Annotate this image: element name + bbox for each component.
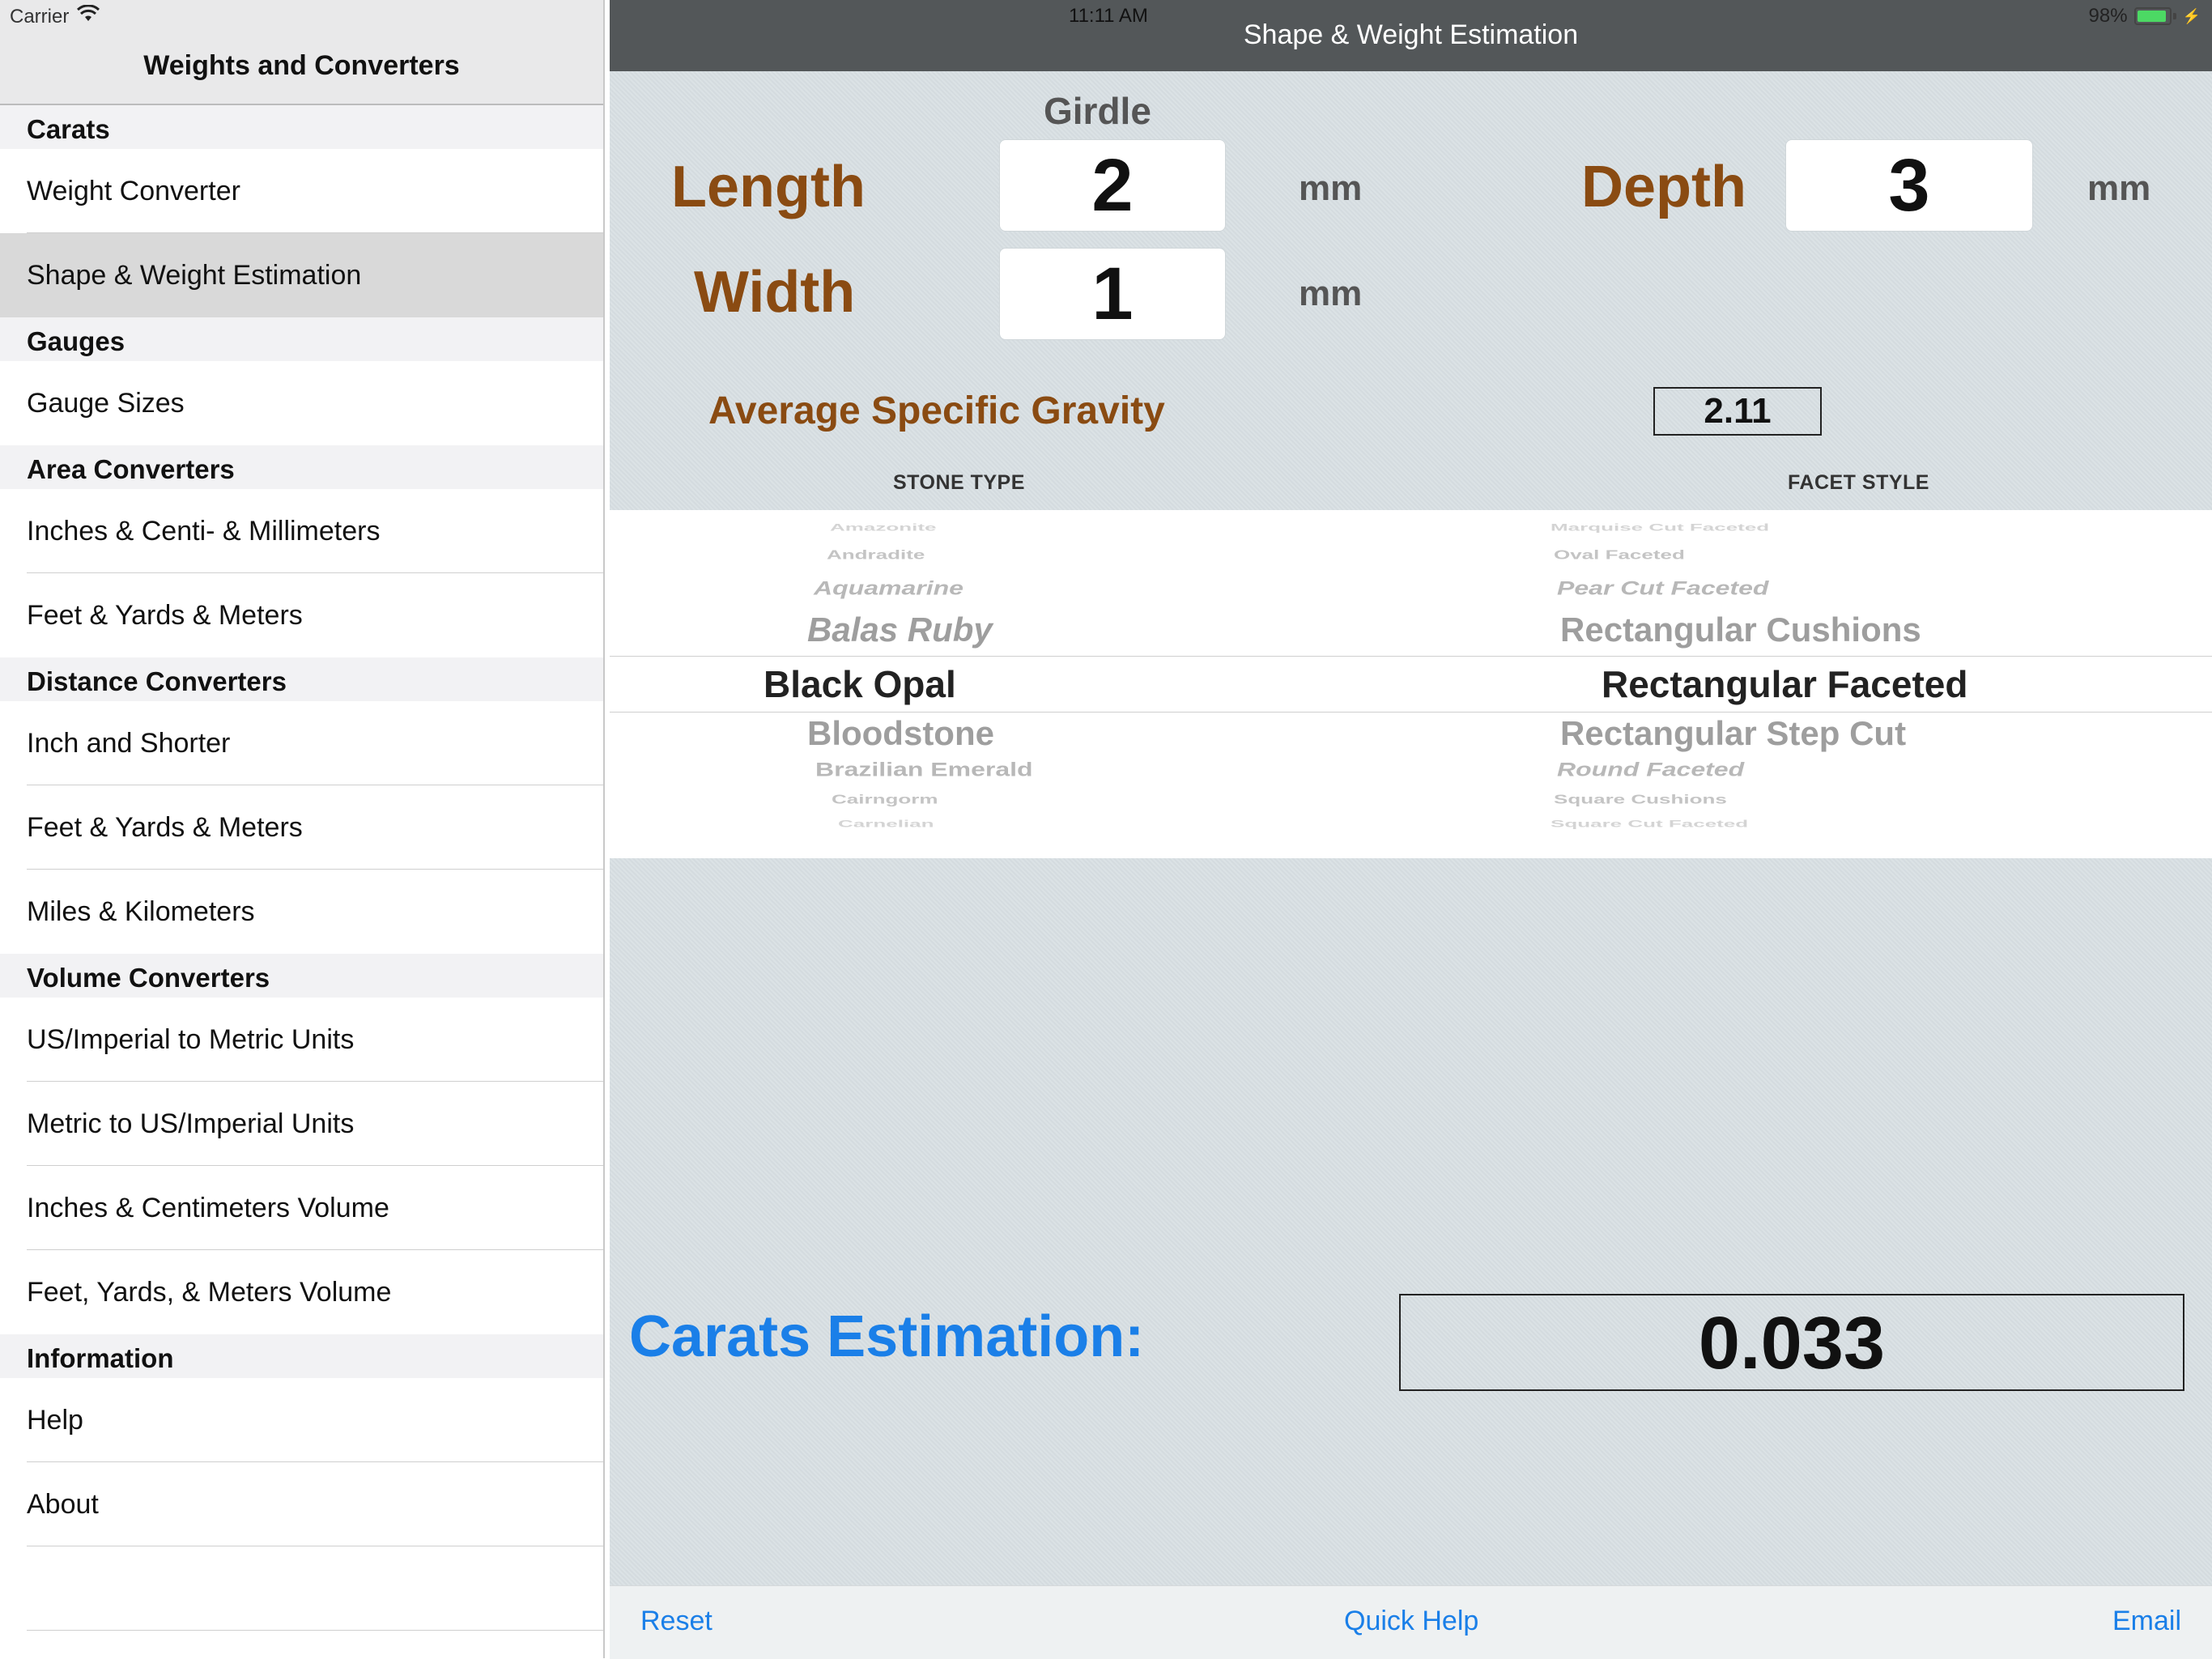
facet-style-selected[interactable]: Rectangular Faceted xyxy=(1602,662,1967,706)
sidebar: Weights and Converters Carats Weight Con… xyxy=(0,0,605,1658)
section-header-information: Information xyxy=(0,1334,603,1378)
sidebar-item-miles-kilometers[interactable]: Miles & Kilometers xyxy=(0,870,603,954)
stone-type-option[interactable]: Balas Ruby xyxy=(807,610,993,649)
sidebar-item-inch-and-shorter[interactable]: Inch and Shorter xyxy=(0,701,603,785)
sidebar-item-feet-yards-meters-volume[interactable]: Feet, Yards, & Meters Volume xyxy=(0,1250,603,1334)
reset-button[interactable]: Reset xyxy=(640,1606,713,1637)
specific-gravity-value: 2.11 xyxy=(1653,387,1822,436)
stone-type-header: STONE TYPE xyxy=(893,471,1025,494)
sidebar-item-inches-cm-volume[interactable]: Inches & Centimeters Volume xyxy=(0,1166,603,1250)
width-input[interactable]: 1 xyxy=(999,248,1226,340)
width-label: Width xyxy=(694,260,856,325)
length-label: Length xyxy=(671,155,866,219)
facet-style-option[interactable]: Marquise Cut Faceted xyxy=(1551,522,1769,534)
main-panel: Shape & Weight Estimation Girdle Length … xyxy=(610,0,2212,1659)
stone-type-option[interactable]: Aquamarine xyxy=(814,577,963,600)
section-header-gauges: Gauges xyxy=(0,317,603,361)
width-unit: mm xyxy=(1299,274,1363,313)
stone-type-option[interactable]: Andradite xyxy=(827,547,925,563)
carats-estimation-label: Carats Estimation: xyxy=(629,1304,1145,1369)
bottom-toolbar: Reset Quick Help Email xyxy=(610,1585,2212,1659)
carats-estimation-value: 0.033 xyxy=(1399,1294,2184,1391)
length-unit: mm xyxy=(1299,168,1363,208)
battery-icon xyxy=(2133,7,2172,25)
facet-style-option[interactable]: Rectangular Cushions xyxy=(1560,610,1921,649)
facet-style-option[interactable]: Square Cut Faceted xyxy=(1551,819,1748,830)
status-time: 11:11 AM xyxy=(1069,5,1148,27)
section-header-carats: Carats xyxy=(0,105,603,149)
sidebar-item-area-feet[interactable]: Feet & Yards & Meters xyxy=(0,573,603,657)
picker-selection-bottom-line xyxy=(610,712,2212,713)
stone-type-option[interactable]: Bloodstone xyxy=(807,714,994,753)
email-button[interactable]: Email xyxy=(2112,1606,2181,1637)
depth-unit: mm xyxy=(2087,168,2151,208)
quick-help-button[interactable]: Quick Help xyxy=(1344,1606,1478,1637)
facet-style-option[interactable]: Pear Cut Faceted xyxy=(1557,577,1768,600)
girdle-label: Girdle xyxy=(1044,90,1151,132)
facet-style-option[interactable]: Round Faceted xyxy=(1557,759,1744,781)
depth-label: Depth xyxy=(1581,155,1746,219)
sidebar-item-about[interactable]: About xyxy=(0,1462,603,1546)
facet-style-option[interactable]: Oval Faceted xyxy=(1554,547,1685,563)
wifi-icon xyxy=(77,4,100,28)
sidebar-item-help[interactable]: Help xyxy=(0,1378,603,1462)
stone-facet-picker[interactable]: Amazonite Andradite Aquamarine Balas Rub… xyxy=(610,510,2212,858)
carrier-label: Carrier xyxy=(10,5,70,28)
sidebar-item-shape-weight-estimation[interactable]: Shape & Weight Estimation xyxy=(0,233,603,317)
battery-tip-icon xyxy=(2172,13,2176,19)
sidebar-empty-row xyxy=(0,1546,603,1631)
picker-selection-top-line xyxy=(610,656,2212,657)
status-bar: Carrier 11:11 AM 98% ⚡ xyxy=(0,0,2212,32)
sidebar-item-metric-to-us[interactable]: Metric to US/Imperial Units xyxy=(0,1082,603,1166)
stone-type-option[interactable]: Brazilian Emerald xyxy=(815,759,1033,781)
length-input[interactable]: 2 xyxy=(999,139,1226,232)
carrier-indicator: Carrier xyxy=(10,4,100,28)
section-header-volume-converters: Volume Converters xyxy=(0,954,603,998)
section-header-area-converters: Area Converters xyxy=(0,445,603,489)
stone-type-option[interactable]: Amazonite xyxy=(830,522,936,534)
battery-percent: 98% xyxy=(2088,5,2128,27)
sidebar-item-us-to-metric[interactable]: US/Imperial to Metric Units xyxy=(0,998,603,1082)
facet-style-option[interactable]: Square Cushions xyxy=(1554,792,1727,807)
specific-gravity-label: Average Specific Gravity xyxy=(708,389,1165,432)
sidebar-title: Weights and Converters xyxy=(143,50,460,81)
sidebar-item-gauge-sizes[interactable]: Gauge Sizes xyxy=(0,361,603,445)
stone-type-selected[interactable]: Black Opal xyxy=(764,662,956,706)
battery-indicator: 98% ⚡ xyxy=(2089,5,2201,28)
charging-bolt-icon: ⚡ xyxy=(2182,7,2201,24)
section-header-distance-converters: Distance Converters xyxy=(0,657,603,701)
facet-style-option[interactable]: Rectangular Step Cut xyxy=(1560,714,1906,753)
stone-type-option[interactable]: Carnelian xyxy=(838,819,934,830)
facet-style-header: FACET STYLE xyxy=(1788,471,1929,494)
depth-input[interactable]: 3 xyxy=(1785,139,2033,232)
sidebar-item-distance-feet[interactable]: Feet & Yards & Meters xyxy=(0,785,603,870)
sidebar-item-weight-converter[interactable]: Weight Converter xyxy=(0,149,603,233)
sidebar-item-area-inches[interactable]: Inches & Centi- & Millimeters xyxy=(0,489,603,573)
stone-type-option[interactable]: Cairngorm xyxy=(832,792,938,807)
